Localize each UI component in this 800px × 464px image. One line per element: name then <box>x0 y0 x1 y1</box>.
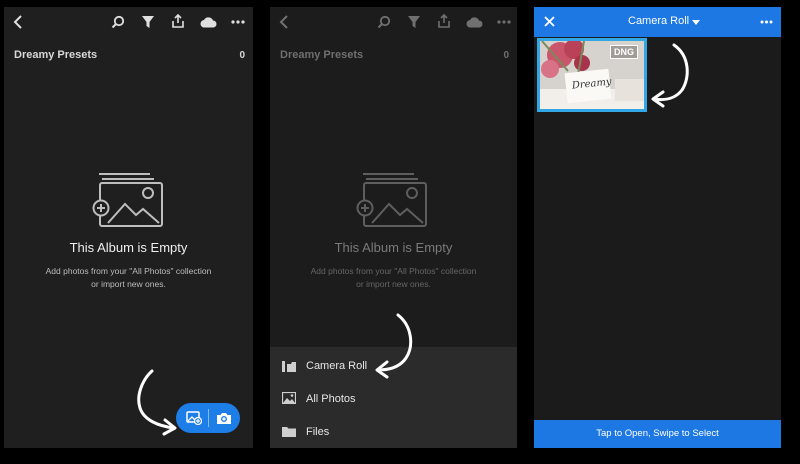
empty-state-line-1: Add photos from your "All Photos" collec… <box>310 266 477 276</box>
empty-album-icon <box>92 171 166 229</box>
share-icon[interactable] <box>437 14 451 29</box>
album-title: Dreamy Presets <box>14 49 98 61</box>
back-icon[interactable] <box>13 15 25 29</box>
import-option-all-photos[interactable]: All Photos <box>270 384 517 414</box>
photos-icon <box>282 392 296 404</box>
cloud-icon[interactable] <box>465 16 483 28</box>
import-option-label: Camera Roll <box>306 360 368 372</box>
more-icon[interactable] <box>497 20 511 24</box>
fab-divider <box>208 409 209 427</box>
import-fab <box>176 403 240 433</box>
top-toolbar <box>4 7 253 37</box>
import-option-label: Files <box>306 426 330 438</box>
empty-state-title: This Album is Empty <box>69 240 188 255</box>
annotation-arrow-3 <box>651 43 689 108</box>
empty-state-description: Add photos from your "All Photos" collec… <box>270 265 517 291</box>
camera-roll-icon <box>282 359 296 372</box>
album-screen: Dreamy Presets 0 This Album is Empty Add… <box>4 7 253 448</box>
album-photo-count: 0 <box>503 50 509 61</box>
camera-icon[interactable] <box>216 411 232 425</box>
empty-state-line-2: or import new ones. <box>91 279 166 289</box>
photo-thumbnail[interactable]: Dreamy DNG <box>537 38 647 112</box>
picker-title[interactable]: Camera Roll <box>628 15 689 27</box>
annotation-arrow-2 <box>375 313 413 379</box>
album-title: Dreamy Presets <box>280 49 364 61</box>
empty-state-title: This Album is Empty <box>334 240 453 255</box>
more-icon[interactable] <box>231 20 245 24</box>
search-icon[interactable] <box>377 15 391 29</box>
cloud-icon[interactable] <box>199 16 217 28</box>
empty-state-description: Add photos from your "All Photos" collec… <box>4 265 253 291</box>
dng-badge: DNG <box>610 45 638 59</box>
back-icon[interactable] <box>279 15 291 29</box>
chevron-down-icon[interactable] <box>692 20 700 25</box>
annotation-arrow-1 <box>137 369 177 436</box>
import-option-label: All Photos <box>306 393 356 405</box>
import-option-files[interactable]: Files <box>270 417 517 447</box>
filter-icon[interactable] <box>407 15 421 29</box>
folder-icon <box>282 426 296 437</box>
top-toolbar-dimmed <box>270 7 517 37</box>
picker-footer: Tap to Open, Swipe to Select <box>534 420 781 448</box>
empty-state-line-1: Add photos from your "All Photos" collec… <box>45 266 212 276</box>
picker-header: Camera Roll <box>534 7 781 37</box>
add-photo-icon[interactable] <box>186 411 202 425</box>
album-photo-count: 0 <box>239 50 245 61</box>
close-icon[interactable] <box>544 16 555 27</box>
footer-hint: Tap to Open, Swipe to Select <box>596 428 719 439</box>
share-icon[interactable] <box>171 14 185 29</box>
empty-state-line-2: or import new ones. <box>356 279 431 289</box>
empty-album-icon <box>356 171 430 229</box>
more-icon[interactable] <box>760 20 773 24</box>
search-icon[interactable] <box>111 15 125 29</box>
filter-icon[interactable] <box>141 15 155 29</box>
